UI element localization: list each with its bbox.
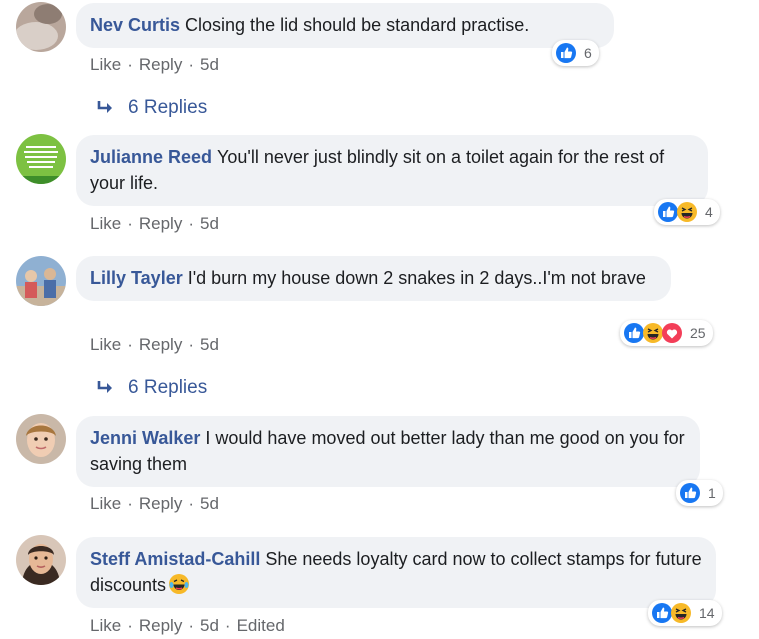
reaction-summary[interactable]: 4: [654, 199, 720, 225]
reply-button[interactable]: Reply: [139, 494, 182, 513]
avatar[interactable]: [16, 2, 66, 52]
like-button[interactable]: Like: [90, 494, 121, 513]
separator: ·: [127, 214, 133, 233]
comment-timestamp[interactable]: 5d: [200, 214, 219, 233]
separator: ·: [127, 335, 133, 354]
separator: ·: [188, 55, 194, 74]
comment-actions: Like · Reply · 5d: [90, 335, 219, 355]
avatar[interactable]: [16, 256, 66, 306]
love-icon: [662, 323, 682, 343]
reply-button[interactable]: Reply: [139, 335, 182, 354]
like-button[interactable]: Like: [90, 616, 121, 635]
reply-button[interactable]: Reply: [139, 55, 182, 74]
comment-author[interactable]: Steff Amistad-Cahill: [90, 549, 260, 569]
laughing-tears-emoji: [169, 574, 190, 594]
comment-text: Closing the lid should be standard pract…: [185, 15, 530, 35]
view-replies-button[interactable]: 6 Replies: [96, 97, 207, 119]
edited-label[interactable]: Edited: [237, 616, 285, 635]
separator: ·: [224, 616, 231, 635]
reaction-summary[interactable]: 25: [620, 320, 713, 346]
replies-label: 6 Replies: [128, 377, 208, 398]
separator: ·: [188, 214, 194, 233]
comment-timestamp[interactable]: 5d: [200, 335, 219, 354]
like-button[interactable]: Like: [90, 335, 121, 354]
reply-arrow-icon: [97, 381, 112, 393]
haha-icon: [671, 603, 691, 623]
comment-author[interactable]: Lilly Tayler: [90, 268, 183, 288]
reaction-count: 4: [705, 204, 713, 220]
avatar[interactable]: [16, 535, 66, 585]
comment-timestamp[interactable]: 5d: [200, 616, 219, 635]
like-button[interactable]: Like: [90, 214, 121, 233]
comment-bubble: Jenni Walker I would have moved out bette…: [76, 416, 700, 487]
separator: ·: [188, 616, 194, 635]
reply-arrow-icon: [97, 101, 112, 113]
separator: ·: [127, 494, 133, 513]
comment-bubble: Steff Amistad-Cahill She needs loyalty ca…: [76, 537, 716, 608]
comment-author[interactable]: Jenni Walker: [90, 428, 200, 448]
comment-author[interactable]: Nev Curtis: [90, 15, 180, 35]
reply-button[interactable]: Reply: [139, 214, 182, 233]
comment-timestamp[interactable]: 5d: [200, 55, 219, 74]
reaction-count: 14: [699, 605, 715, 621]
haha-icon: [677, 202, 697, 222]
comment-actions: Like · Reply · 5d: [90, 55, 219, 75]
like-icon: [556, 43, 576, 63]
reaction-count: 1: [708, 485, 716, 501]
reaction-summary[interactable]: 1: [676, 480, 723, 506]
avatar[interactable]: [16, 414, 66, 464]
comment-bubble: Nev Curtis Closing the lid should be stan…: [76, 3, 614, 48]
comment-timestamp[interactable]: 5d: [200, 494, 219, 513]
replies-label: 6 Replies: [128, 97, 208, 118]
comment-bubble: Lilly Tayler I'd burn my house down 2 sna…: [76, 256, 671, 301]
separator: ·: [188, 494, 194, 513]
comment-text: I'd burn my house down 2 snakes in 2 day…: [187, 268, 646, 288]
avatar[interactable]: [16, 134, 66, 184]
like-icon: [680, 483, 700, 503]
reaction-count: 6: [584, 45, 592, 61]
comment-actions: Like · Reply · 5d: [90, 214, 219, 234]
view-replies-button[interactable]: 6 Replies: [96, 377, 207, 399]
reaction-count: 25: [690, 325, 706, 341]
separator: ·: [127, 55, 133, 74]
separator: ·: [188, 335, 194, 354]
comment-actions: Like · Reply · 5d: [90, 494, 219, 514]
comment-bubble: Julianne Reed You'll never just blindly s…: [76, 135, 708, 206]
reaction-summary[interactable]: 14: [648, 600, 722, 626]
reaction-summary[interactable]: 6: [552, 40, 599, 66]
reply-button[interactable]: Reply: [139, 616, 182, 635]
like-button[interactable]: Like: [90, 55, 121, 74]
comment-actions: Like · Reply · 5d · Edited: [90, 616, 285, 636]
separator: ·: [127, 616, 133, 635]
comment-author[interactable]: Julianne Reed: [90, 147, 212, 167]
